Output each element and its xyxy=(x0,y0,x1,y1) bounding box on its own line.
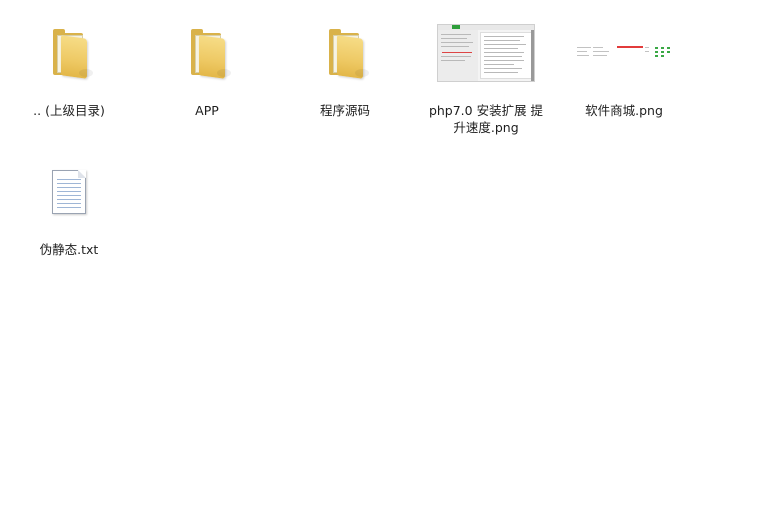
folder-thumb xyxy=(285,18,405,88)
folder-thumb xyxy=(9,18,129,88)
file-item-parent[interactable]: .. (上级目录) xyxy=(0,18,138,119)
file-item-label: .. (上级目录) xyxy=(33,103,105,118)
image-thumbnail xyxy=(564,18,684,88)
php-screenshot-icon xyxy=(437,24,535,82)
file-item-label: 程序源码 xyxy=(319,103,370,118)
file-grid: .. (上级目录) APP 程序源码 php7.0 安装扩展 提升速度.png … xyxy=(0,0,778,526)
file-item-label: APP xyxy=(195,103,219,118)
file-item-label: php7.0 安装扩展 提升速度.png xyxy=(428,103,544,135)
text-file-thumb xyxy=(9,157,129,227)
folder-icon xyxy=(325,29,369,79)
image-thumbnail xyxy=(426,18,546,88)
file-item-source-code[interactable]: 程序源码 xyxy=(276,18,414,119)
folder-thumb xyxy=(147,18,267,88)
folder-icon xyxy=(187,29,231,79)
text-file-icon xyxy=(52,170,86,214)
file-item-label: 伪静态.txt xyxy=(39,242,99,257)
store-screenshot-icon xyxy=(575,43,673,63)
file-item-rewrite-txt[interactable]: 伪静态.txt xyxy=(0,157,138,258)
file-item-php-png[interactable]: php7.0 安装扩展 提升速度.png xyxy=(417,18,555,136)
file-item-label: 软件商城.png xyxy=(585,103,663,118)
file-item-app[interactable]: APP xyxy=(138,18,276,119)
folder-icon xyxy=(49,29,93,79)
file-item-software-store-png[interactable]: 软件商城.png xyxy=(555,18,693,119)
